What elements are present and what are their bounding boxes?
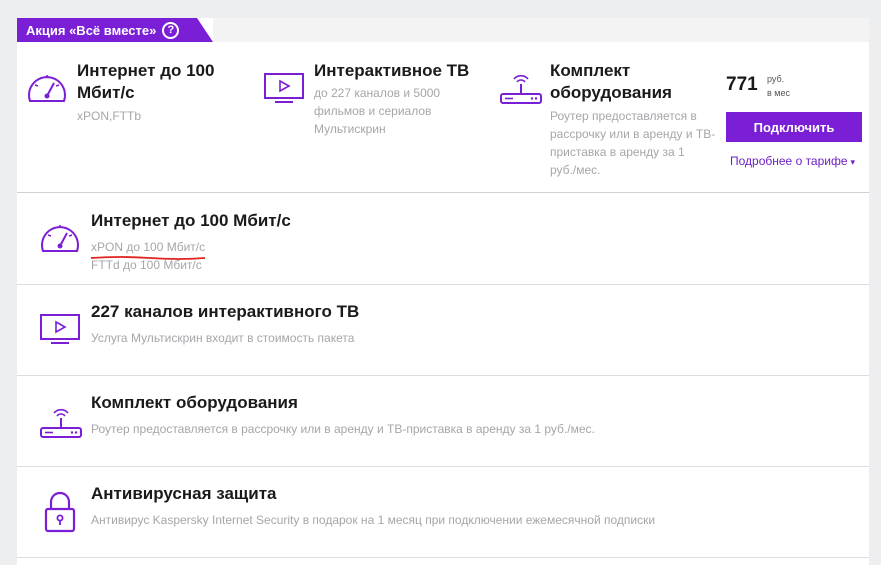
detail-row-internet: Интернет до 100 Мбит/с xPON до 100 Мбит/… [17,194,869,285]
summary-feature-title: Интернет до 100 Мбит/с [77,61,215,102]
connect-button[interactable]: Подключить [726,112,862,142]
summary-feature-desc: Роутер предоставляется в рассрочку или в… [550,109,716,177]
summary-feature-internet: Интернет до 100 Мбит/с xPON,FTTb [26,60,246,180]
detail-title: Комплект оборудования [91,393,298,412]
detail-title: Антивирусная защита [91,484,277,503]
detail-desc: Антивирус Kaspersky Internet Security в … [91,513,656,527]
tariff-card: Акция «Всё вместе» ? Интернет до 100 Мби… [17,18,869,565]
detail-row-equipment: Комплект оборудования Роутер предоставля… [17,376,869,467]
tv-icon [40,314,80,344]
price-unit: руб. в мес [767,74,790,98]
summary-feature-tv: Интерактивное ТВ до 227 каналов и 5000 ф… [263,60,483,180]
card-top-strip [213,18,869,42]
detail-row-antivirus: Антивирусная защита Антивирус Kaspersky … [17,467,869,558]
detail-title: 227 каналов интерактивного ТВ [91,302,360,321]
detail-desc: Услуга Мультискрин входит в стоимость па… [91,331,355,345]
detail-title: Интернет до 100 Мбит/с [91,211,291,230]
lock-icon [44,491,76,533]
speedometer-icon [28,75,66,102]
tv-icon [264,73,304,103]
summary-feature-desc: до 227 каналов и 5000 фильмов и сериалов… [314,86,441,136]
router-icon [40,408,82,438]
summary-feature-title: Комплект оборудования [550,61,672,102]
tariff-details-link[interactable]: Подробнее о тарифе ▾ [730,154,855,168]
tariff-summary: Интернет до 100 Мбит/с xPON,FTTb Интерак… [17,42,869,193]
detail-desc: Роутер предоставляется в рассрочку или в… [91,422,595,436]
speedometer-icon [41,225,79,252]
summary-feature-equipment: Комплект оборудования Роутер предоставля… [499,60,719,190]
summary-feature-title: Интерактивное ТВ [314,61,470,80]
promo-label: Акция «Всё вместе» [26,22,157,38]
detail-row-tv: 227 каналов интерактивного ТВ Услуга Мул… [17,285,869,376]
tariff-details-list: Интернет до 100 Мбит/с xPON до 100 Мбит/… [17,194,869,558]
summary-feature-desc: xPON,FTTb [77,109,142,123]
help-icon[interactable]: ? [162,21,180,39]
price-value: 771 [726,74,758,95]
router-icon [500,74,542,104]
tariff-details-label: Подробнее о тарифе [730,154,848,168]
promo-tag: Акция «Всё вместе» ? [17,18,213,42]
red-underline-annotation [90,256,206,260]
caret-down-icon: ▾ [850,157,856,167]
